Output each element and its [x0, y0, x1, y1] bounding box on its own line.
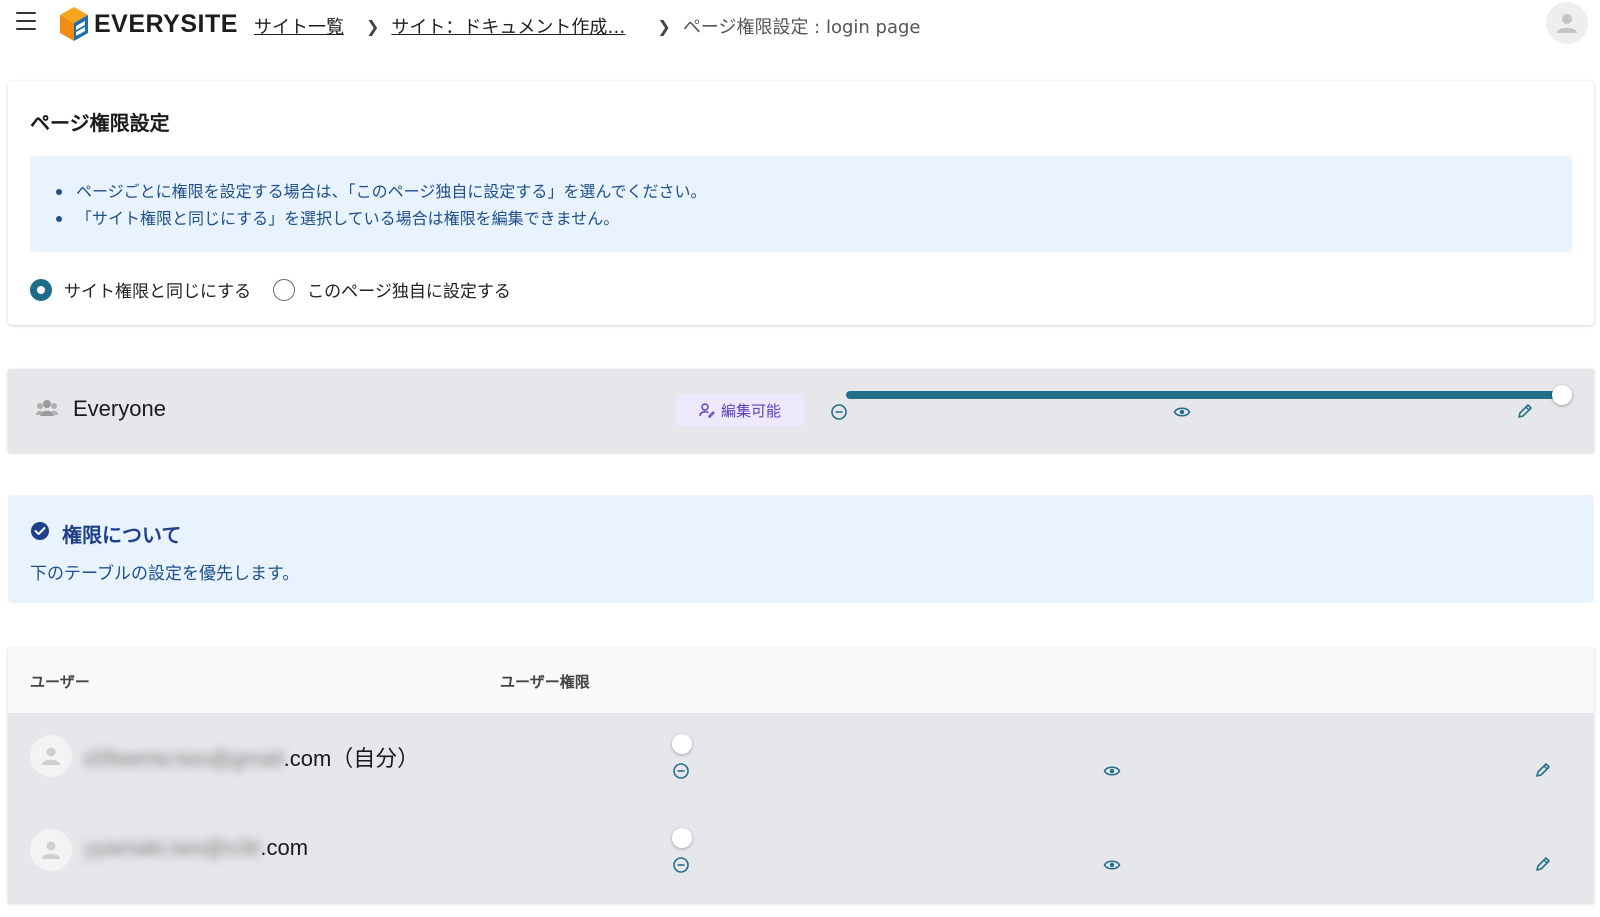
avatar [30, 735, 72, 777]
table-row: yyamaki.tws@s3it.com [8, 807, 1594, 901]
radio-page-specific-label[interactable]: このページ独自に設定する [307, 277, 511, 302]
breadcrumb-current: ページ権限設定 : login page [682, 17, 921, 38]
minus-circle-icon[interactable] [672, 856, 690, 874]
account-avatar[interactable] [1546, 2, 1588, 44]
pencil-icon[interactable] [1516, 402, 1534, 420]
logo[interactable]: EVERYSITE [60, 7, 238, 41]
app-header: EVERYSITE サイト一覧 ❯ サイト：ドキュメント作成… ❯ ページ権限設… [0, 0, 1600, 50]
info-item: 「サイト権限と同じにする」を選択している場合は権限を編集できません。 [56, 205, 1572, 232]
user-email-hidden: yyamaki.tws@s3it [84, 835, 261, 860]
logo-icon [60, 7, 88, 41]
menu-icon[interactable] [16, 12, 36, 30]
avatar [30, 829, 72, 871]
permission-mode-radio-group: サイト権限と同じにする このページ独自に設定する [30, 277, 533, 302]
breadcrumb-site[interactable]: サイト：ドキュメント作成… [391, 13, 625, 39]
breadcrumb-site-list[interactable]: サイト一覧 [254, 13, 344, 39]
column-user-permission: ユーザー権限 [500, 673, 590, 691]
user-permission-table: ユーザー ユーザー権限 d3fweriw.tws@gmail.com（自分） y… [8, 647, 1594, 903]
eye-icon[interactable] [1103, 856, 1121, 874]
info-item: ページごとに権限を設定する場合は、「このページ独自に設定する」を選んでください。 [56, 178, 1572, 205]
page-permission-card: ページ権限設定 ページごとに権限を設定する場合は、「このページ独自に設定する」を… [8, 81, 1594, 325]
slider-thumb[interactable] [672, 734, 692, 754]
radio-page-specific[interactable] [273, 278, 296, 301]
user-email: d3fweriw.tws@gmail.com（自分） [84, 741, 419, 773]
page-title: ページ権限設定 [30, 111, 170, 135]
radio-same-as-site-label[interactable]: サイト権限と同じにする [64, 277, 251, 302]
avatar-icon [1557, 14, 1577, 33]
slider-thumb[interactable] [1552, 385, 1572, 405]
about-title: 権限について [62, 523, 182, 547]
about-description: 下のテーブルの設定を優先します。 [30, 564, 300, 584]
breadcrumb: サイト一覧 ❯ サイト：ドキュメント作成… ❯ ページ権限設定 : login … [254, 13, 921, 39]
table-header: ユーザー ユーザー権限 [8, 647, 1594, 713]
radio-same-as-site[interactable] [30, 278, 52, 301]
user-email-hidden: d3fweriw.tws@gmail [84, 746, 284, 771]
user-email: yyamaki.tws@s3it.com [84, 835, 308, 861]
user-icon [42, 747, 60, 765]
user-email-visible: .com [260, 835, 309, 860]
table-row: d3fweriw.tws@gmail.com（自分） [8, 713, 1594, 807]
minus-circle-icon[interactable] [830, 403, 848, 421]
slider-thumb[interactable] [672, 828, 692, 848]
user-email-visible: .com（自分） [283, 746, 420, 771]
permission-badge: 編集可能 [676, 394, 804, 426]
column-user: ユーザー [30, 673, 90, 691]
permission-badge-label: 編集可能 [720, 401, 781, 420]
minus-circle-icon[interactable] [672, 762, 690, 780]
info-box: ページごとに権限を設定する場合は、「このページ独自に設定する」を選んでください。… [30, 156, 1572, 252]
chevron-right-icon: ❯ [366, 16, 380, 36]
pencil-icon[interactable] [1534, 761, 1552, 779]
edit-user-icon [699, 403, 715, 418]
group-icon [36, 400, 58, 416]
about-permissions: 権限について 下のテーブルの設定を優先します。 [8, 495, 1594, 603]
everyone-permission-slider[interactable] [846, 391, 1558, 399]
pencil-icon[interactable] [1534, 855, 1552, 873]
eye-icon[interactable] [1173, 403, 1191, 421]
everyone-permission-row: Everyone 編集可能 [8, 369, 1594, 452]
check-circle-icon [31, 522, 49, 540]
eye-icon[interactable] [1103, 762, 1121, 780]
user-icon [42, 841, 60, 859]
group-name: Everyone [73, 396, 166, 421]
chevron-right-icon: ❯ [657, 16, 671, 36]
logo-text: EVERYSITE [94, 9, 238, 38]
